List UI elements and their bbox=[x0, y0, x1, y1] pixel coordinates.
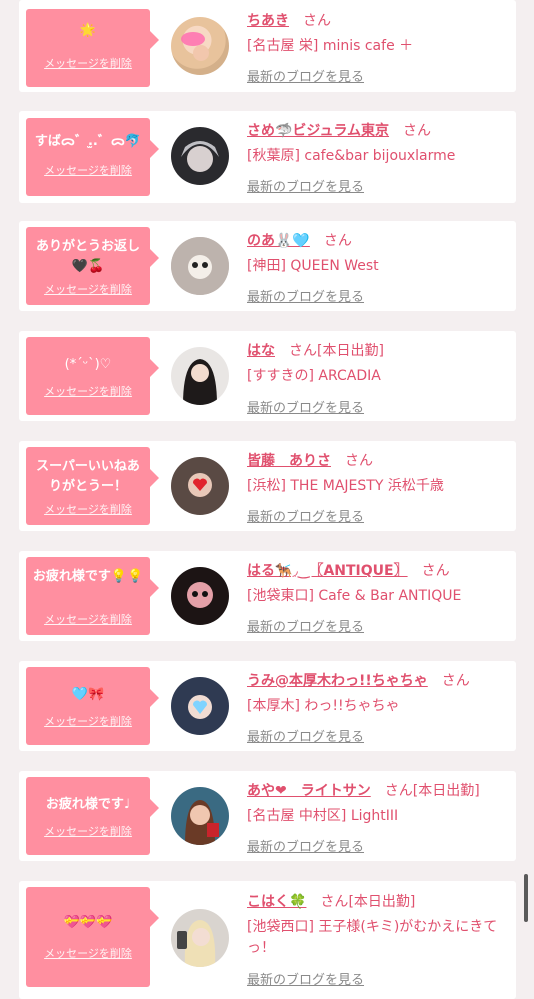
honorific: さん bbox=[345, 453, 373, 469]
cast-name-link[interactable]: はな bbox=[247, 343, 275, 359]
message-card: 🩵🎀 メッセージを削除 うみ@本厚木わっ!!ちゃちゃ さん [本厚木] わっ!!ち… bbox=[19, 661, 516, 751]
honorific: さん bbox=[421, 563, 450, 579]
honorific: さん bbox=[289, 343, 317, 359]
latest-blog-link[interactable]: 最新のブログを見る bbox=[247, 506, 364, 525]
message-text: 🩵🎀 bbox=[71, 687, 105, 702]
shop-name: [浜松] THE MAJESTY 浜松千歳 bbox=[247, 478, 444, 494]
avatar[interactable] bbox=[171, 677, 229, 735]
message-text: スーパーいいねありがとうー！ bbox=[36, 459, 140, 494]
shop-name: [本厚木] わっ!!ちゃちゃ bbox=[247, 698, 400, 714]
message-card: ありがとうお返し🖤🍒 メッセージを削除 のあ🐰🩵 さん [神田] QUEEN We… bbox=[19, 221, 516, 311]
shop-name: [すすきの] ARCADIA bbox=[247, 368, 381, 384]
latest-blog-link[interactable]: 最新のブログを見る bbox=[247, 616, 364, 635]
message-card: 💝💝💝 メッセージを削除 こはく🍀 さん[本日出勤] [池袋西口] 王子様(キミ)… bbox=[19, 881, 516, 999]
message-text: お疲れ様です♩ bbox=[45, 797, 131, 812]
latest-blog-link[interactable]: 最新のブログを見る bbox=[247, 66, 364, 85]
message-text: 💝💝💝 bbox=[63, 915, 113, 930]
message-card: お疲れ様です♩ メッセージを削除 あや❤︎ ライトサン さん[本日出勤] [名古屋… bbox=[19, 771, 516, 861]
delete-message-link[interactable]: メッセージを削除 bbox=[26, 945, 150, 961]
message-text: すば﻿ᯅ゛.̫.゛ᯅ🐬 bbox=[34, 134, 142, 149]
honorific: さん bbox=[303, 13, 331, 29]
delete-message-link[interactable]: メッセージを削除 bbox=[26, 55, 150, 71]
latest-blog-link[interactable]: 最新のブログを見る bbox=[247, 836, 364, 855]
message-bubble: スーパーいいねありがとうー！ メッセージを削除 bbox=[26, 447, 159, 525]
latest-blog-link[interactable]: 最新のブログを見る bbox=[247, 286, 364, 305]
message-card: (*ˊᵕˋ)♡ メッセージを削除 はな さん[本日出勤] [すすきの] ARCAD… bbox=[19, 331, 516, 421]
card-info: はる🐕‍🦺◞‿〖ANTIQUE〗 さん [池袋東口] Cafe & Bar ANT… bbox=[247, 560, 510, 635]
avatar[interactable] bbox=[171, 567, 229, 625]
message-bubble: お疲れ様です♩ メッセージを削除 bbox=[26, 777, 159, 855]
message-card: スーパーいいねありがとうー！ メッセージを削除 皆藤 ありさ さん [浜松] TH… bbox=[19, 441, 516, 531]
cast-name-link[interactable]: のあ🐰🩵 bbox=[247, 233, 310, 249]
message-card: すば﻿ᯅ゛.̫.゛ᯅ🐬 メッセージを削除 さめ🦈ビジュラム東京 さん [秋葉原] … bbox=[19, 111, 516, 203]
latest-blog-link[interactable]: 最新のブログを見る bbox=[247, 726, 364, 745]
message-text: (*ˊᵕˋ)♡ bbox=[64, 357, 112, 372]
cast-name-link[interactable]: うみ@本厚木わっ!!ちゃちゃ bbox=[247, 673, 428, 689]
status-tag: [本日出勤] bbox=[412, 783, 480, 799]
message-bubble: 💝💝💝 メッセージを削除 bbox=[26, 887, 159, 987]
message-bubble: すば﻿ᯅ゛.̫.゛ᯅ🐬 メッセージを削除 bbox=[26, 118, 159, 196]
message-text: 🌟 bbox=[79, 23, 97, 38]
cast-name-link[interactable]: ちあき bbox=[247, 13, 289, 29]
scrollbar-thumb[interactable] bbox=[524, 874, 528, 922]
honorific: さん bbox=[441, 673, 470, 689]
avatar[interactable] bbox=[171, 909, 229, 967]
shop-name: [名古屋 栄] minis cafe ＋ bbox=[247, 38, 414, 54]
shop-name: [名古屋 中村区] LightIII bbox=[247, 808, 399, 824]
card-info: あや❤︎ ライトサン さん[本日出勤] [名古屋 中村区] LightIII 最新… bbox=[247, 780, 510, 855]
card-info: さめ🦈ビジュラム東京 さん [秋葉原] cafe&bar bijouxlarme … bbox=[247, 120, 510, 195]
honorific: さん bbox=[323, 233, 352, 249]
avatar[interactable] bbox=[171, 17, 229, 75]
shop-name: [池袋西口] 王子様(キミ)がむかえにきてっ！ bbox=[247, 919, 498, 956]
card-info: うみ@本厚木わっ!!ちゃちゃ さん [本厚木] わっ!!ちゃちゃ 最新のブログを見… bbox=[247, 670, 510, 745]
delete-message-link[interactable]: メッセージを削除 bbox=[26, 501, 150, 517]
avatar[interactable] bbox=[171, 457, 229, 515]
card-info: はな さん[本日出勤] [すすきの] ARCADIA 最新のブログを見る bbox=[247, 340, 510, 416]
avatar[interactable] bbox=[171, 237, 229, 295]
avatar[interactable] bbox=[171, 347, 229, 405]
message-bubble: 🌟 メッセージを削除 bbox=[26, 9, 159, 87]
status-tag: [本日出勤] bbox=[348, 894, 416, 910]
message-bubble: ありがとうお返し🖤🍒 メッセージを削除 bbox=[26, 227, 159, 305]
latest-blog-link[interactable]: 最新のブログを見る bbox=[247, 397, 364, 416]
honorific: さん bbox=[403, 123, 432, 139]
delete-message-link[interactable]: メッセージを削除 bbox=[26, 281, 150, 297]
card-info: ちあき さん [名古屋 栄] minis cafe ＋ 最新のブログを見る bbox=[247, 10, 510, 85]
message-text: ありがとうお返し🖤🍒 bbox=[35, 239, 140, 274]
shop-name: [池袋東口] Cafe & Bar ANTIQUE bbox=[247, 588, 462, 604]
delete-message-link[interactable]: メッセージを削除 bbox=[26, 713, 150, 729]
cast-name-link[interactable]: こはく🍀 bbox=[247, 894, 306, 910]
avatar[interactable] bbox=[171, 787, 229, 845]
shop-name: [秋葉原] cafe&bar bijouxlarme bbox=[247, 148, 456, 164]
cast-name-link[interactable]: さめ🦈ビジュラム東京 bbox=[247, 123, 389, 139]
card-info: のあ🐰🩵 さん [神田] QUEEN West 最新のブログを見る bbox=[247, 230, 510, 305]
delete-message-link[interactable]: メッセージを削除 bbox=[26, 823, 150, 839]
cast-name-link[interactable]: はる🐕‍🦺◞‿〖ANTIQUE〗 bbox=[247, 563, 408, 579]
latest-blog-link[interactable]: 最新のブログを見る bbox=[247, 176, 364, 195]
delete-message-link[interactable]: メッセージを削除 bbox=[26, 383, 150, 399]
cast-name-link[interactable]: 皆藤 ありさ bbox=[247, 453, 331, 469]
message-bubble: お疲れ様です💡💡 メッセージを削除 bbox=[26, 557, 159, 635]
message-bubble: (*ˊᵕˋ)♡ メッセージを削除 bbox=[26, 337, 159, 415]
message-card: 🌟 メッセージを削除 ちあき さん [名古屋 栄] minis cafe ＋ 最新… bbox=[19, 0, 516, 92]
message-bubble: 🩵🎀 メッセージを削除 bbox=[26, 667, 159, 745]
status-tag: [本日出勤] bbox=[317, 343, 384, 359]
card-info: 皆藤 ありさ さん [浜松] THE MAJESTY 浜松千歳 最新のブログを見る bbox=[247, 450, 510, 525]
avatar[interactable] bbox=[171, 127, 229, 185]
honorific: さん bbox=[384, 783, 413, 799]
shop-name: [神田] QUEEN West bbox=[247, 258, 379, 274]
card-info: こはく🍀 さん[本日出勤] [池袋西口] 王子様(キミ)がむかえにきてっ！ 最新の… bbox=[247, 891, 510, 988]
cast-name-link[interactable]: あや❤︎ ライトサン bbox=[247, 783, 371, 799]
message-text: お疲れ様です💡💡 bbox=[32, 569, 144, 584]
delete-message-link[interactable]: メッセージを削除 bbox=[26, 162, 150, 178]
honorific: さん bbox=[320, 894, 349, 910]
latest-blog-link[interactable]: 最新のブログを見る bbox=[247, 969, 364, 988]
delete-message-link[interactable]: メッセージを削除 bbox=[26, 611, 150, 627]
message-card: お疲れ様です💡💡 メッセージを削除 はる🐕‍🦺◞‿〖ANTIQUE〗 さん [池袋… bbox=[19, 551, 516, 641]
